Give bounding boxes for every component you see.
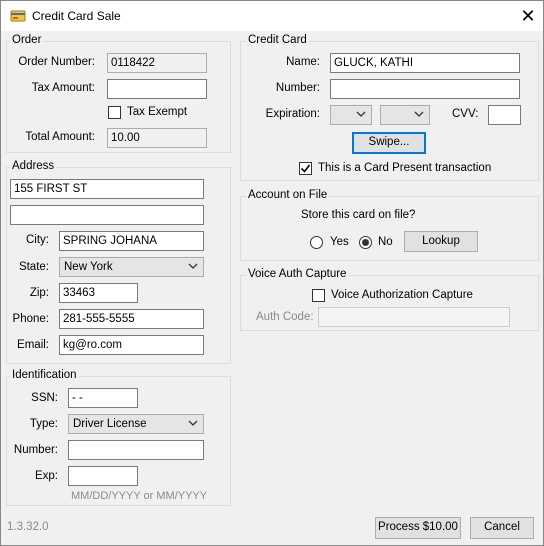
card-present-label: This is a Card Present transaction bbox=[318, 162, 492, 174]
ssn-field[interactable]: - - bbox=[68, 388, 138, 408]
close-icon[interactable]: ✕ bbox=[516, 5, 540, 27]
voice-auth-legend: Voice Auth Capture bbox=[246, 268, 349, 280]
cc-exp-month-select[interactable] bbox=[330, 105, 372, 125]
cc-cvv-field[interactable] bbox=[488, 105, 521, 125]
cancel-button[interactable]: Cancel bbox=[470, 517, 534, 539]
voice-auth-label: Voice Authorization Capture bbox=[331, 289, 473, 301]
state-select[interactable]: New York bbox=[59, 257, 204, 277]
id-exp-label: Exp: bbox=[34, 470, 58, 482]
address-line1-field[interactable]: 155 FIRST ST bbox=[10, 179, 204, 199]
voice-auth-checkbox[interactable] bbox=[312, 289, 325, 302]
account-on-file-legend: Account on File bbox=[246, 189, 330, 201]
id-type-value: Driver License bbox=[73, 418, 147, 430]
chevron-down-icon bbox=[188, 420, 198, 426]
cc-number-label: Number: bbox=[275, 82, 320, 94]
cc-exp-year-select[interactable] bbox=[380, 105, 430, 125]
total-amount-field[interactable]: 10.00 bbox=[107, 128, 207, 148]
total-amount-label: Total Amount: bbox=[25, 131, 95, 143]
id-exp-field[interactable] bbox=[68, 466, 138, 486]
phone-field[interactable]: 281-555-5555 bbox=[59, 309, 204, 329]
cc-expiration-label: Expiration: bbox=[265, 108, 320, 120]
ssn-label: SSN: bbox=[31, 392, 58, 404]
id-type-select[interactable]: Driver License bbox=[68, 414, 204, 434]
auth-code-label: Auth Code: bbox=[256, 311, 314, 323]
store-yes-radio[interactable] bbox=[310, 236, 323, 249]
tax-exempt-checkbox[interactable] bbox=[108, 106, 121, 119]
order-number-field[interactable]: 0118422 bbox=[107, 53, 207, 73]
tax-exempt-label: Tax Exempt bbox=[127, 106, 188, 118]
tax-amount-field[interactable] bbox=[107, 79, 207, 99]
store-no-label: No bbox=[378, 236, 393, 248]
phone-label: Phone: bbox=[12, 313, 49, 325]
credit-card-legend: Credit Card bbox=[246, 34, 309, 46]
id-number-field[interactable] bbox=[68, 440, 204, 460]
id-exp-hint: MM/DD/YYYY or MM/YYYY bbox=[71, 490, 208, 502]
store-yes-label: Yes bbox=[330, 236, 349, 248]
email-label: Email: bbox=[17, 339, 49, 351]
identification-legend: Identification bbox=[10, 369, 79, 381]
checkmark-icon bbox=[300, 164, 311, 173]
email-field[interactable]: kg@ro.com bbox=[59, 335, 204, 355]
credit-card-icon bbox=[10, 8, 26, 24]
lookup-button[interactable]: Lookup bbox=[404, 231, 478, 252]
chevron-down-icon bbox=[414, 111, 424, 117]
order-legend: Order bbox=[10, 34, 44, 46]
process-button[interactable]: Process $10.00 bbox=[375, 517, 461, 539]
store-card-prompt: Store this card on file? bbox=[301, 209, 416, 221]
zip-label: Zip: bbox=[29, 287, 49, 299]
state-value: New York bbox=[64, 261, 113, 273]
city-field[interactable]: SPRING JOHANA bbox=[59, 231, 204, 251]
state-label: State: bbox=[18, 261, 49, 273]
card-present-checkbox[interactable] bbox=[299, 162, 312, 175]
address-legend: Address bbox=[10, 160, 57, 172]
auth-code-field[interactable] bbox=[318, 307, 510, 327]
window-title: Credit Card Sale bbox=[32, 9, 121, 23]
title-bar: Credit Card Sale ✕ bbox=[0, 0, 544, 31]
id-number-label: Number: bbox=[13, 444, 58, 456]
cc-name-field[interactable]: GLUCK, KATHI bbox=[330, 53, 520, 73]
chevron-down-icon bbox=[188, 263, 198, 269]
city-label: City: bbox=[26, 234, 49, 246]
id-type-label: Type: bbox=[29, 418, 58, 430]
store-no-radio[interactable] bbox=[359, 236, 372, 249]
chevron-down-icon bbox=[356, 111, 366, 117]
order-number-label: Order Number: bbox=[18, 56, 95, 68]
version-label: 1.3.32.0 bbox=[7, 521, 49, 533]
account-on-file-group bbox=[240, 196, 539, 261]
cc-number-field[interactable] bbox=[330, 79, 520, 99]
address-line2-field[interactable] bbox=[10, 205, 204, 225]
zip-field[interactable]: 33463 bbox=[59, 283, 138, 303]
cc-name-label: Name: bbox=[286, 56, 320, 68]
cc-cvv-label: CVV: bbox=[452, 108, 479, 120]
swipe-button[interactable]: Swipe... bbox=[352, 132, 426, 154]
tax-amount-label: Tax Amount: bbox=[31, 82, 95, 94]
